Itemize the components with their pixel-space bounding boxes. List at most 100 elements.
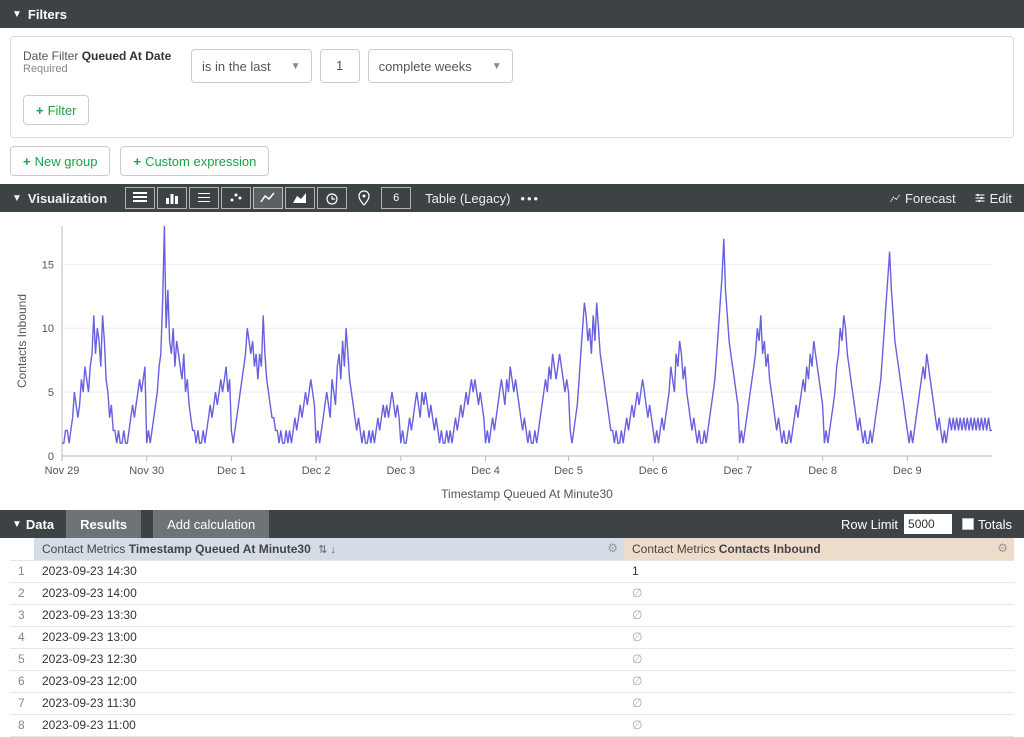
filter-label: Date Filter Queued At Date Required (23, 49, 183, 75)
sort-icon[interactable]: ⇅ ↓ (318, 544, 336, 556)
required-label: Required (23, 63, 183, 75)
data-table-wrap: Contact Metrics Timestamp Queued At Minu… (0, 538, 1024, 737)
svg-text:Timestamp Queued At Minute30: Timestamp Queued At Minute30 (441, 487, 613, 501)
plus-icon: + (23, 154, 31, 169)
new-group-button[interactable]: + New group (10, 146, 110, 176)
data-title: Data (26, 517, 54, 532)
row-index: 2 (10, 582, 34, 604)
chart-area: 051015Nov 29Nov 30Dec 1Dec 2Dec 3Dec 4De… (0, 212, 1024, 510)
caret-down-icon[interactable]: ▼ (12, 519, 22, 530)
table-row: 42023-09-23 13:00∅ (10, 626, 1014, 648)
svg-text:Dec 1: Dec 1 (217, 465, 246, 477)
table-legacy-label[interactable]: Table (Legacy) (425, 191, 510, 206)
svg-text:5: 5 (48, 387, 54, 399)
svg-text:Nov 29: Nov 29 (45, 465, 80, 477)
row-value: 1 (624, 560, 1014, 582)
row-index: 8 (10, 714, 34, 736)
row-timestamp: 2023-09-23 14:30 (34, 560, 624, 582)
caret-down-icon: ▼ (12, 9, 22, 20)
row-value: ∅ (624, 582, 1014, 604)
chevron-down-icon: ▼ (492, 61, 502, 72)
svg-text:Nov 30: Nov 30 (129, 465, 164, 477)
svg-text:Contacts Inbound: Contacts Inbound (15, 294, 29, 388)
svg-text:Dec 9: Dec 9 (893, 465, 922, 477)
row-value: ∅ (624, 670, 1014, 692)
svg-text:10: 10 (42, 323, 54, 335)
table-row: 72023-09-23 11:30∅ (10, 692, 1014, 714)
table-row: 12023-09-23 14:301 (10, 560, 1014, 582)
checkbox-icon (962, 518, 974, 530)
row-limit-label: Row Limit (841, 517, 898, 532)
visualization-header: ▼ Visualization 6 Table (Legacy) ••• For… (0, 184, 1024, 212)
row-index: 1 (10, 560, 34, 582)
row-value: ∅ (624, 604, 1014, 626)
table-icon[interactable] (125, 187, 155, 209)
data-table: Contact Metrics Timestamp Queued At Minu… (10, 538, 1014, 737)
filters-body: Date Filter Queued At Date Required is i… (10, 36, 1014, 138)
table-row: 52023-09-23 12:30∅ (10, 648, 1014, 670)
group-buttons-row: + New group + Custom expression (0, 146, 1024, 184)
svg-text:Dec 2: Dec 2 (302, 465, 331, 477)
row-timestamp: 2023-09-23 11:30 (34, 692, 624, 714)
table-row: 62023-09-23 12:00∅ (10, 670, 1014, 692)
filter-row: Date Filter Queued At Date Required is i… (23, 49, 1001, 83)
row-value: ∅ (624, 626, 1014, 648)
row-timestamp: 2023-09-23 13:00 (34, 626, 624, 648)
row-value: ∅ (624, 648, 1014, 670)
row-timestamp: 2023-09-23 12:30 (34, 648, 624, 670)
gear-icon[interactable]: ⚙ (607, 541, 618, 555)
visualization-title: Visualization (28, 191, 107, 206)
col-value-header[interactable]: Contact Metrics Contacts Inbound ⚙ (624, 538, 1014, 560)
row-timestamp: 2023-09-23 11:00 (34, 714, 624, 736)
row-index: 5 (10, 648, 34, 670)
row-timestamp: 2023-09-23 13:30 (34, 604, 624, 626)
results-tab[interactable]: Results (66, 510, 141, 538)
gear-icon[interactable]: ⚙ (997, 541, 1008, 555)
line-chart-icon[interactable] (253, 187, 283, 209)
row-index: 7 (10, 692, 34, 714)
svg-text:Dec 6: Dec 6 (639, 465, 668, 477)
svg-text:Dec 7: Dec 7 (724, 465, 753, 477)
chevron-down-icon: ▼ (291, 61, 301, 72)
area-chart-icon[interactable] (285, 187, 315, 209)
row-index: 4 (10, 626, 34, 648)
filters-header[interactable]: ▼ Filters (0, 0, 1024, 28)
row-value: ∅ (624, 692, 1014, 714)
table-row: 82023-09-23 11:00∅ (10, 714, 1014, 736)
custom-expression-button[interactable]: + Custom expression (120, 146, 269, 176)
svg-text:Dec 4: Dec 4 (471, 465, 500, 477)
row-limit-input[interactable] (904, 514, 952, 534)
forecast-button[interactable]: Forecast (889, 191, 956, 206)
table-row: 22023-09-23 14:00∅ (10, 582, 1014, 604)
add-calculation-button[interactable]: Add calculation (153, 510, 269, 538)
row-index: 3 (10, 604, 34, 626)
totals-toggle[interactable]: Totals (962, 517, 1012, 532)
scatter-icon[interactable] (221, 187, 251, 209)
plus-icon: + (133, 154, 141, 169)
filter-unit-select[interactable]: complete weeks ▼ (368, 49, 513, 83)
row-value: ∅ (624, 714, 1014, 736)
edit-button[interactable]: Edit (974, 191, 1012, 206)
bar-chart-icon[interactable] (157, 187, 187, 209)
caret-down-icon[interactable]: ▼ (12, 193, 22, 204)
svg-text:Dec 3: Dec 3 (386, 465, 415, 477)
map-pin-icon[interactable] (349, 187, 379, 209)
list-icon[interactable] (189, 187, 219, 209)
plus-icon: + (36, 103, 44, 118)
more-icon[interactable]: ••• (520, 191, 540, 206)
col-timestamp-header[interactable]: Contact Metrics Timestamp Queued At Minu… (34, 538, 624, 560)
number-icon[interactable]: 6 (381, 187, 411, 209)
filters-title: Filters (28, 7, 67, 22)
add-filter-button[interactable]: + Filter (23, 95, 89, 125)
table-row: 32023-09-23 13:30∅ (10, 604, 1014, 626)
svg-text:Dec 8: Dec 8 (808, 465, 837, 477)
filter-value-input[interactable]: 1 (320, 49, 360, 83)
timer-icon[interactable] (317, 187, 347, 209)
data-header: ▼ Data Results Add calculation Row Limit… (0, 510, 1024, 538)
col-index-header (10, 538, 34, 560)
row-timestamp: 2023-09-23 14:00 (34, 582, 624, 604)
row-timestamp: 2023-09-23 12:00 (34, 670, 624, 692)
svg-text:15: 15 (42, 259, 54, 271)
filter-condition-select[interactable]: is in the last ▼ (191, 49, 312, 83)
svg-text:Dec 5: Dec 5 (554, 465, 583, 477)
